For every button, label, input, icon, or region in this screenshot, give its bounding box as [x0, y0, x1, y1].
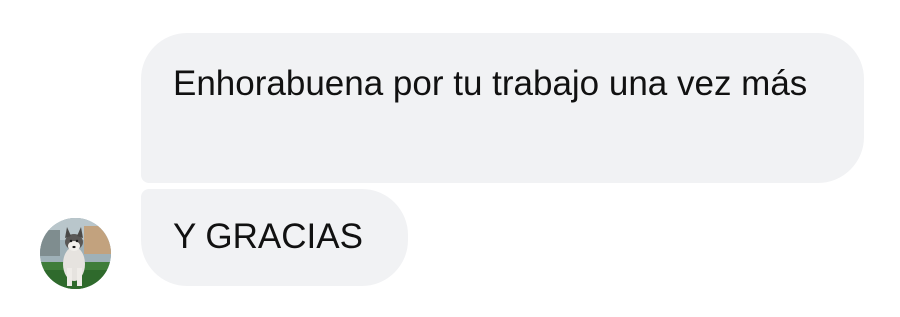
message-bubble[interactable]: Y GRACIAS: [141, 189, 408, 286]
message-bubble[interactable]: Enhorabuena por tu trabajo una vez más: [141, 33, 864, 183]
message-text: Enhorabuena por tu trabajo una vez más: [173, 64, 808, 103]
avatar[interactable]: [40, 218, 111, 289]
chat-thread: Enhorabuena por tu trabajo una vez más Y…: [0, 0, 900, 317]
husky-dog-photo-icon: [40, 218, 111, 289]
message-text: Y GRACIAS: [173, 217, 363, 256]
